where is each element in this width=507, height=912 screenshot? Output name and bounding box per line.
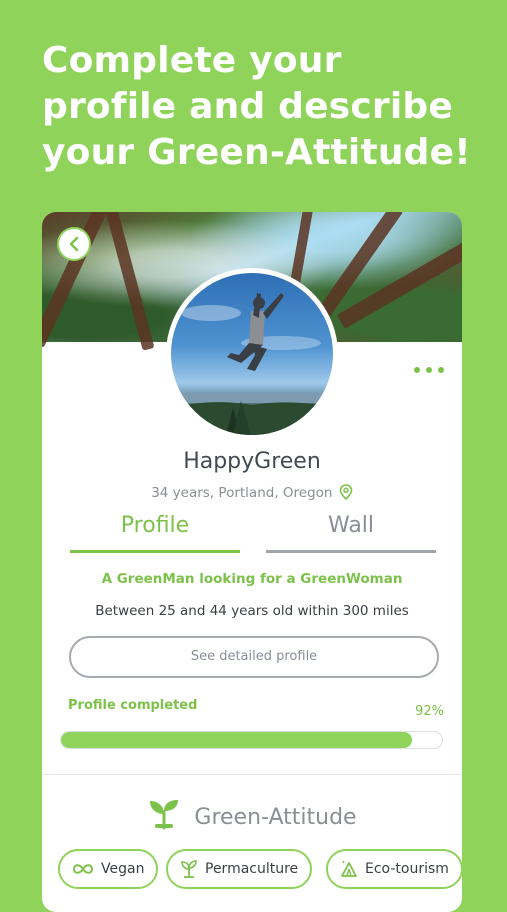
- dot-icon: [414, 367, 420, 373]
- search-criteria: Between 25 and 44 years old within 300 m…: [95, 603, 409, 619]
- infinity-icon: [72, 864, 94, 874]
- profile-tagline: A GreenMan looking for a GreenWoman: [101, 571, 403, 587]
- profile-card: HappyGreen 34 years, Portland, Oregon Pr…: [42, 212, 462, 912]
- tab-profile[interactable]: Profile: [70, 510, 240, 553]
- headline-line-3: your Green-Attitude!: [42, 132, 471, 173]
- more-options-button[interactable]: [414, 362, 444, 378]
- sprout-icon: [150, 800, 179, 830]
- section-divider: [42, 774, 462, 775]
- back-button[interactable]: [57, 227, 91, 261]
- dot-icon: [438, 367, 444, 373]
- see-detailed-profile-button[interactable]: See detailed profile: [69, 636, 439, 678]
- username: HappyGreen: [183, 449, 321, 474]
- green-attitude-title: Green-Attitude: [194, 805, 357, 830]
- profile-progress-bar: [60, 731, 443, 749]
- chip-permaculture[interactable]: Permaculture: [166, 849, 313, 889]
- chip-eco-tourism[interactable]: Eco-tourism: [326, 849, 462, 889]
- jumping-person-photo: [171, 293, 333, 435]
- location-pin-icon: [339, 484, 353, 500]
- chip-label: Eco-tourism: [365, 861, 449, 877]
- headline-line-1: Complete your: [42, 40, 342, 81]
- chip-vegan[interactable]: Vegan: [58, 849, 159, 889]
- dot-icon: [426, 367, 432, 373]
- chip-label: Permaculture: [205, 861, 299, 877]
- tent-icon: [341, 860, 357, 877]
- progress-value: 92%: [415, 704, 444, 719]
- chevron-left-icon: [69, 236, 79, 252]
- progress-label: Profile completed: [68, 698, 198, 713]
- chip-label: Vegan: [101, 861, 145, 877]
- avatar: [166, 268, 338, 440]
- progress-fill: [61, 732, 412, 748]
- tab-wall[interactable]: Wall: [266, 510, 436, 553]
- location-line: 34 years, Portland, Oregon: [42, 484, 462, 501]
- green-attitude-heading: Green-Attitude: [42, 798, 462, 830]
- plant-icon: [181, 860, 197, 878]
- promo-headline: Complete your profile and describe your …: [42, 38, 492, 176]
- location-text: 34 years, Portland, Oregon: [151, 485, 333, 501]
- headline-line-2: profile and describe: [42, 86, 454, 127]
